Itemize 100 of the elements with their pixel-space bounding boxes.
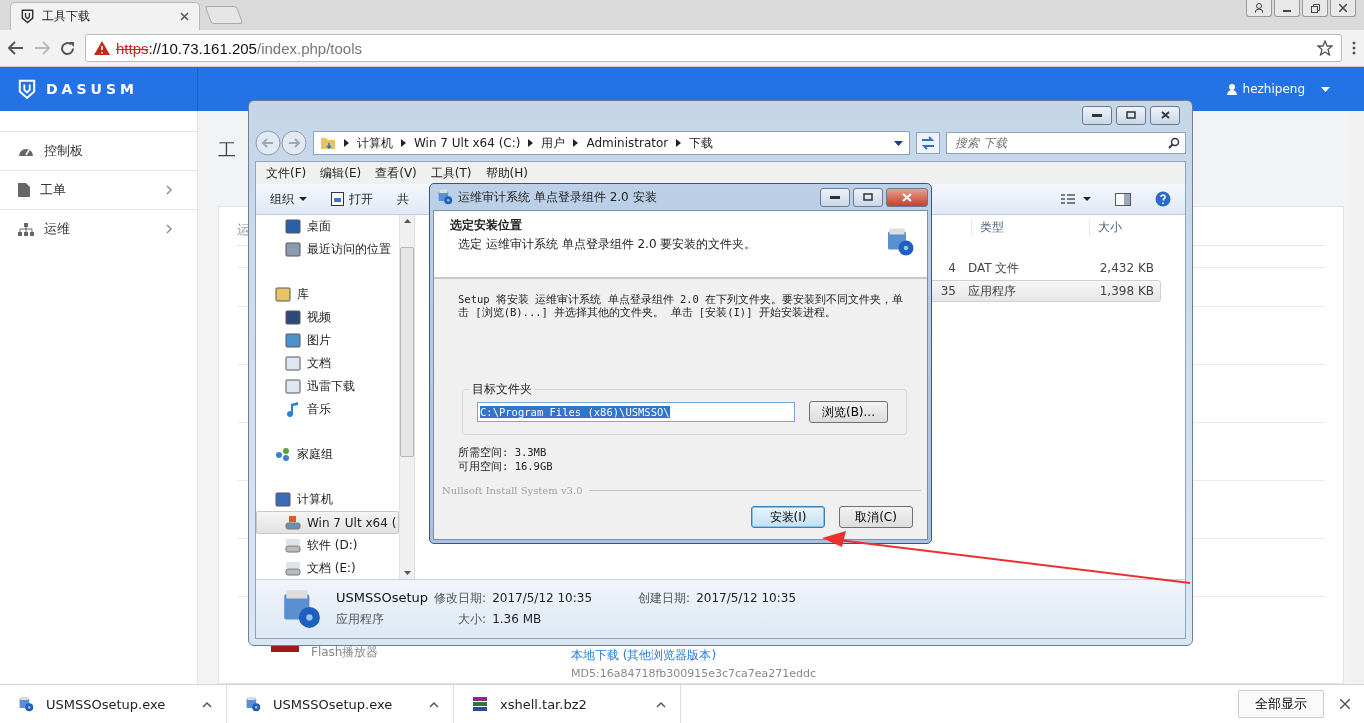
sidebar-item[interactable]: 控制板 bbox=[0, 131, 197, 170]
nav-item[interactable]: 计算机 bbox=[256, 488, 399, 511]
minimize-button[interactable] bbox=[1082, 105, 1112, 125]
sitemap-icon bbox=[18, 222, 34, 236]
show-all-button[interactable]: 全部显示 bbox=[1238, 690, 1324, 718]
maximize-button[interactable] bbox=[853, 187, 883, 207]
nav-item[interactable]: 迅雷下载 bbox=[256, 375, 399, 398]
menu-item[interactable]: 帮助(H) bbox=[485, 164, 528, 182]
windows-drive-icon bbox=[285, 515, 301, 530]
toolbar-button[interactable]: 组织 bbox=[270, 190, 307, 208]
dialog-button[interactable]: 取消(C) bbox=[839, 506, 913, 528]
download-link[interactable]: 本地下载 (其他浏览器版本) bbox=[571, 647, 817, 664]
available-space: 可用空间: 16.9GB bbox=[458, 459, 554, 473]
browser-tab[interactable]: 工具下载 bbox=[10, 2, 200, 30]
close-button[interactable] bbox=[1330, 0, 1356, 17]
breadcrumb-arrow-icon[interactable] bbox=[528, 139, 534, 147]
nav-item[interactable]: 视频 bbox=[256, 306, 399, 329]
column-header[interactable]: 大小 bbox=[1089, 218, 1161, 236]
caret-up-icon[interactable] bbox=[202, 700, 212, 708]
file-name: USMSSOsetup bbox=[336, 590, 429, 605]
nav-item[interactable]: 库 bbox=[256, 283, 399, 306]
menu-item[interactable]: 工具(T) bbox=[430, 164, 472, 182]
minimize-button[interactable] bbox=[820, 187, 850, 207]
close-button[interactable] bbox=[886, 187, 928, 207]
reload-icon[interactable] bbox=[60, 40, 75, 56]
breadcrumb-arrow-icon[interactable] bbox=[344, 139, 349, 147]
nav-item[interactable]: 文档 (E:) bbox=[256, 557, 399, 579]
dropdown-icon[interactable] bbox=[894, 140, 903, 146]
close-icon[interactable] bbox=[1340, 699, 1350, 709]
md5-text: MD5:16a84718fb300915e3c7ca7ea271eddc bbox=[571, 667, 817, 680]
dialog-title: 运维审计系统 单点登录组件 2.0 安装 bbox=[458, 188, 657, 206]
nav-item[interactable]: 文档 bbox=[256, 352, 399, 375]
download-item[interactable]: USMSSOsetup.exe bbox=[227, 685, 454, 723]
dialog-button[interactable]: 安装(I) bbox=[751, 506, 825, 528]
breadcrumb-arrow-icon[interactable] bbox=[676, 139, 682, 147]
person-icon bbox=[1255, 3, 1263, 13]
menu-item[interactable]: 文件(F) bbox=[266, 164, 307, 182]
breadcrumb-arrow-icon[interactable] bbox=[401, 139, 406, 147]
close-icon[interactable] bbox=[180, 12, 189, 21]
file-icon bbox=[18, 183, 30, 197]
user-menu[interactable]: hezhipeng bbox=[1226, 82, 1330, 96]
breadcrumb-arrow-icon[interactable] bbox=[573, 139, 579, 147]
caret-up-icon[interactable] bbox=[429, 700, 439, 708]
homegroup-icon bbox=[275, 447, 291, 462]
breadcrumb-item[interactable]: 下载 bbox=[689, 134, 714, 152]
nav-item[interactable]: 桌面 bbox=[256, 215, 399, 238]
nav-item[interactable]: 最近访问的位置 bbox=[256, 238, 399, 261]
browse-button[interactable]: 浏览(B)... bbox=[808, 401, 888, 423]
close-icon bbox=[1160, 111, 1170, 119]
download-item[interactable]: USMSSOsetup.exe bbox=[0, 685, 227, 723]
caret-down-icon bbox=[299, 197, 307, 201]
column-header[interactable]: 类型 bbox=[971, 218, 1089, 236]
nav-item[interactable]: 家庭组 bbox=[256, 443, 399, 466]
caret-up-icon[interactable] bbox=[656, 700, 666, 708]
file-type: 应用程序 bbox=[336, 611, 385, 628]
installer-brand: Nullsoft Install System v3.0 bbox=[442, 485, 583, 496]
minimize-button[interactable] bbox=[1274, 0, 1300, 17]
nav-item[interactable]: Win 7 Ult x64 ( bbox=[256, 511, 399, 534]
download-item[interactable]: xshell.tar.bz2 bbox=[454, 685, 681, 723]
breadcrumb-item[interactable]: Administrator bbox=[586, 136, 669, 150]
music-note-icon bbox=[285, 402, 301, 417]
scrollbar[interactable] bbox=[399, 215, 414, 579]
nav-item[interactable]: 音乐 bbox=[256, 398, 399, 421]
breadcrumb-bar[interactable]: 计算机 Win 7 Ult x64 (C:) 用户 Administrator 下载 bbox=[313, 131, 910, 155]
breadcrumb-item[interactable]: Win 7 Ult x64 (C:) bbox=[414, 136, 521, 150]
menu-item[interactable]: 编辑(E) bbox=[320, 164, 362, 182]
close-icon bbox=[1339, 4, 1347, 12]
maximize-button[interactable] bbox=[1116, 105, 1146, 125]
path-field[interactable]: C:\Program Files (x86)\USMSSO\ bbox=[477, 402, 795, 422]
nav-item[interactable]: 软件 (D:) bbox=[256, 534, 399, 557]
restore-icon bbox=[1310, 3, 1320, 13]
archive-icon bbox=[472, 696, 488, 712]
scrollbar[interactable] bbox=[1350, 111, 1364, 684]
close-button[interactable] bbox=[1150, 105, 1180, 125]
menu-item[interactable]: 查看(V) bbox=[375, 164, 417, 182]
page-title: 工 bbox=[218, 139, 236, 160]
file-name: xshell.tar.bz2 bbox=[500, 696, 587, 712]
back-icon[interactable] bbox=[8, 41, 24, 55]
drive-icon bbox=[285, 561, 301, 576]
required-space: 所需空间: 3.3MB bbox=[458, 445, 548, 459]
chevron-right-icon bbox=[166, 224, 173, 234]
sidebar-item[interactable]: 工单 bbox=[0, 170, 197, 209]
sidebar-item[interactable]: 运维 bbox=[0, 209, 197, 248]
caret-down-icon bbox=[1321, 86, 1330, 92]
address-bar[interactable]: https://10.73.161.205/index.php/tools bbox=[85, 34, 1342, 62]
toolbar-button[interactable]: 共 bbox=[397, 190, 409, 208]
toolbar-button[interactable]: 打开 bbox=[331, 190, 373, 208]
search-field[interactable]: 搜索 下载 bbox=[946, 132, 1186, 154]
breadcrumb-item[interactable]: 用户 bbox=[541, 134, 566, 152]
field-value: 1.36 MB bbox=[492, 612, 543, 626]
view-options-icon[interactable] bbox=[1061, 193, 1091, 205]
star-icon[interactable] bbox=[1317, 40, 1333, 56]
preview-pane-icon[interactable] bbox=[1115, 192, 1131, 206]
breadcrumb-item[interactable]: 计算机 bbox=[357, 134, 393, 152]
help-icon[interactable] bbox=[1155, 191, 1171, 207]
profile-button[interactable] bbox=[1246, 0, 1272, 17]
nav-item[interactable]: 图片 bbox=[256, 329, 399, 352]
menu-icon[interactable] bbox=[1352, 41, 1356, 55]
refresh-icon[interactable] bbox=[916, 132, 940, 154]
restore-button[interactable] bbox=[1302, 0, 1328, 17]
